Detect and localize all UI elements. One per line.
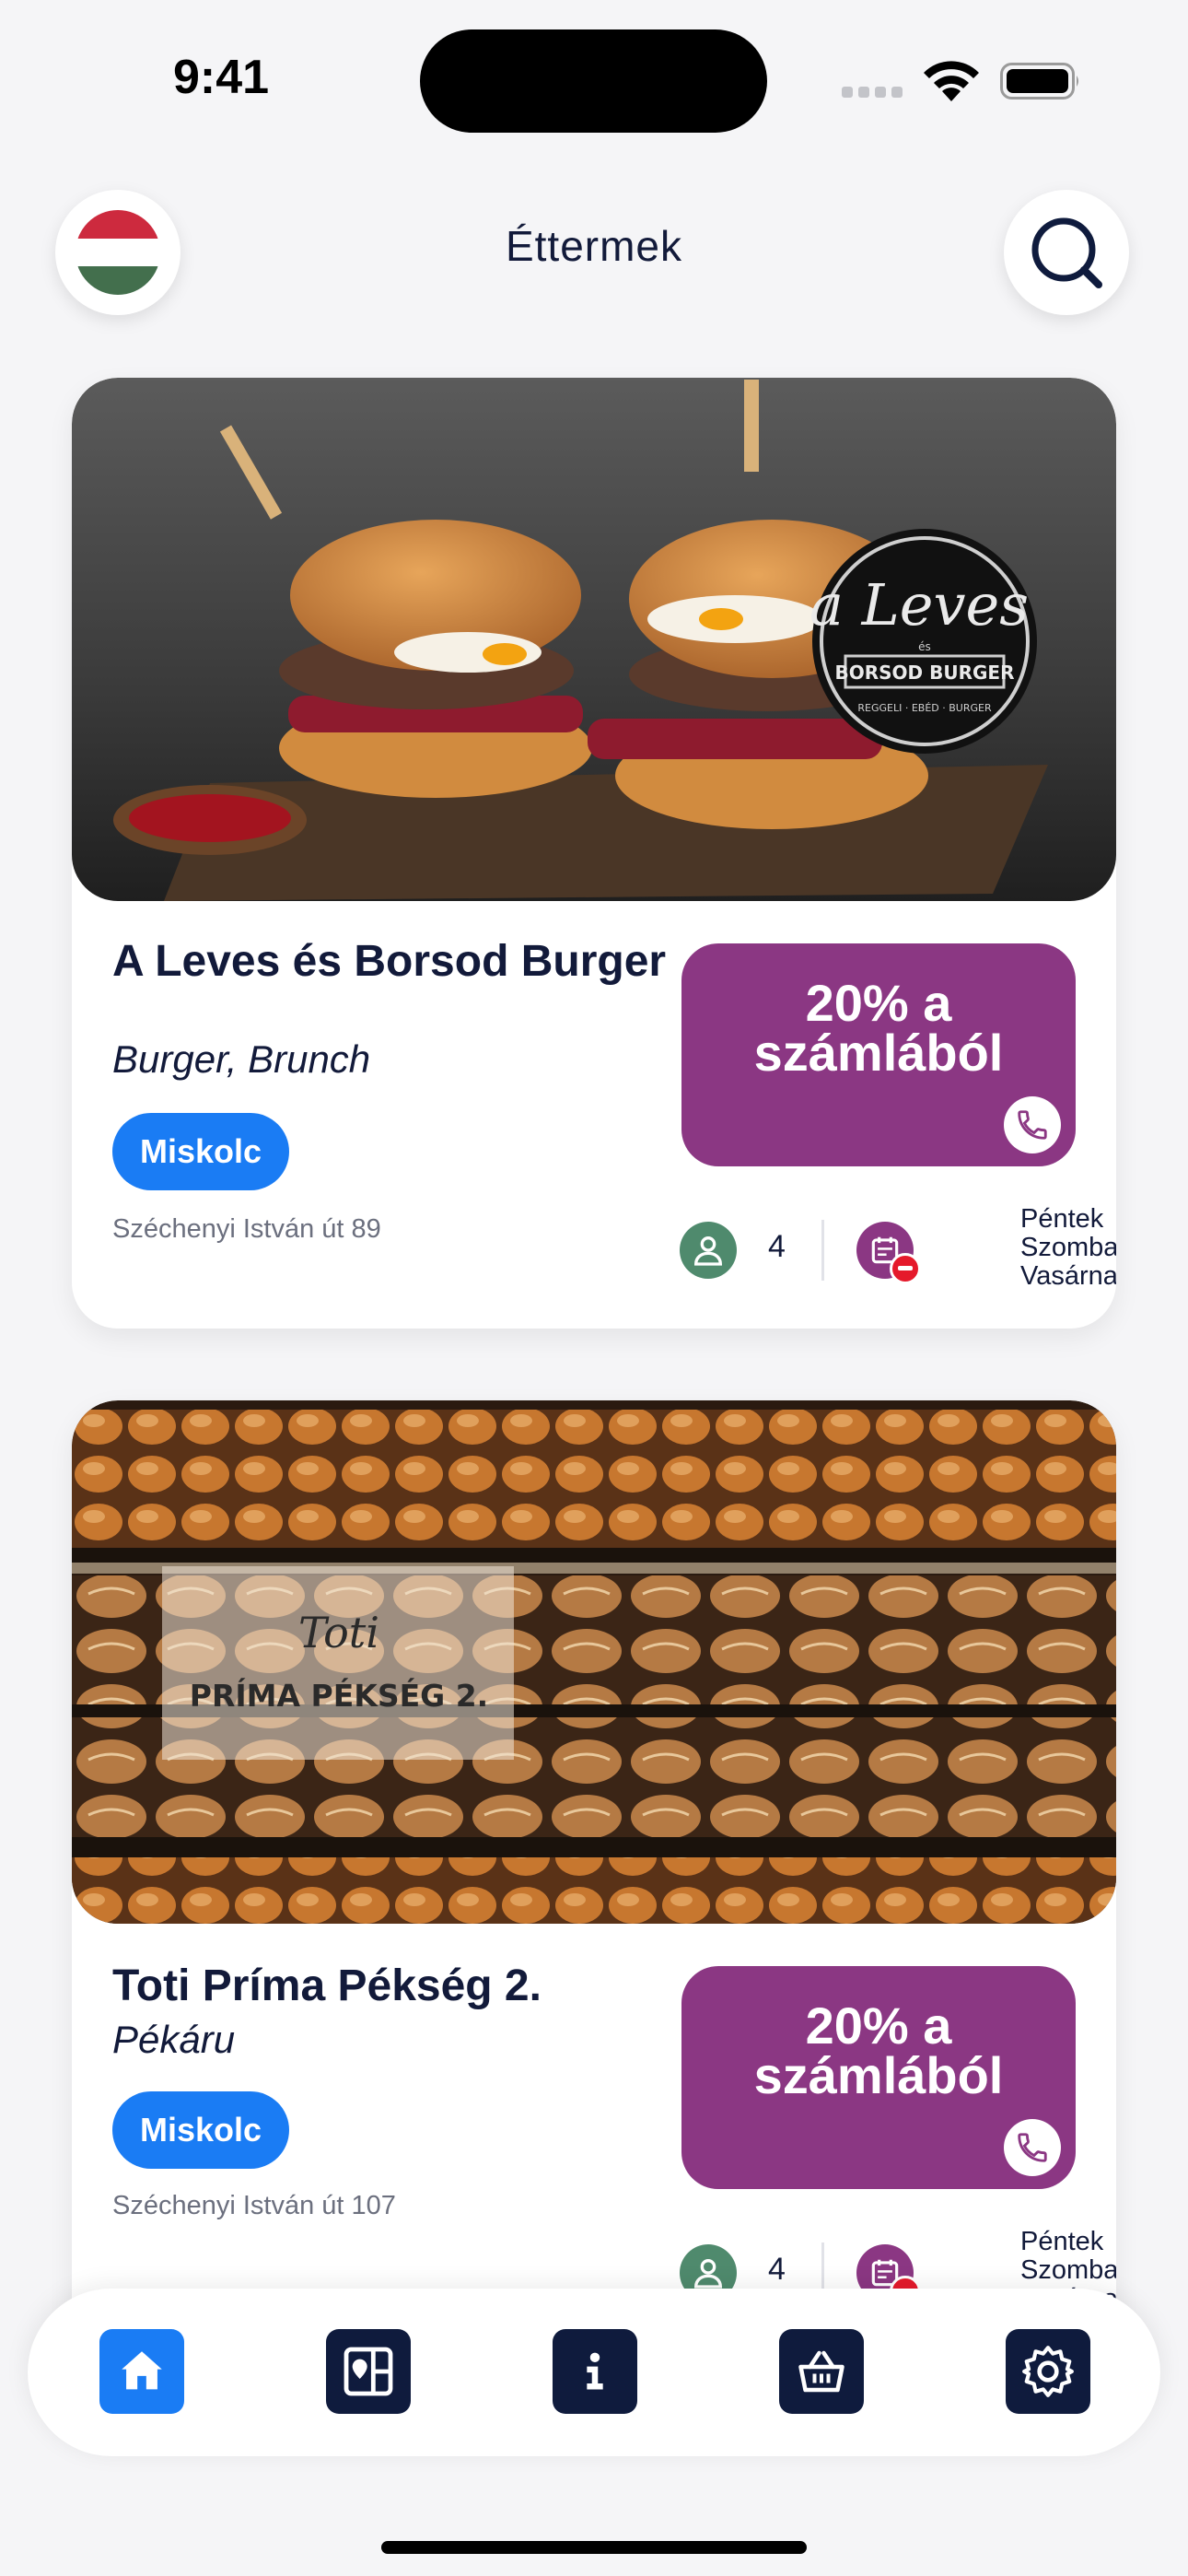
restaurant-category: Burger, Brunch <box>112 1037 371 1081</box>
basket-icon <box>798 2350 844 2393</box>
person-icon <box>680 1222 737 1279</box>
home-indicator <box>381 2541 807 2554</box>
nav-basket-button[interactable] <box>779 2329 864 2414</box>
bakery-logo: Toti PRÍMA PÉKSÉG 2. <box>162 1566 514 1760</box>
nav-info-button[interactable] <box>553 2329 637 2414</box>
restaurant-address: Széchenyi István út 107 <box>112 2191 396 2220</box>
gear-icon <box>1022 2346 1074 2397</box>
bottom-nav <box>28 2289 1160 2456</box>
call-button[interactable] <box>1004 1096 1061 1153</box>
city-badge[interactable]: Miskolc <box>112 1113 290 1190</box>
battery-icon <box>1000 63 1078 100</box>
search-button[interactable] <box>1004 190 1129 315</box>
svg-text:BORSOD BURGER: BORSOD BURGER <box>835 662 1015 684</box>
svg-text:a Leves: a Leves <box>809 571 1029 638</box>
nav-map-button[interactable] <box>326 2329 411 2414</box>
dynamic-island <box>420 29 767 133</box>
svg-text:Toti: Toti <box>298 1608 379 1657</box>
discount-label: 20% a számlából <box>753 974 1004 1082</box>
svg-text:és: és <box>918 640 931 653</box>
restaurant-image: a Leves és BORSOD BURGER REGGELI · EBÉD … <box>72 378 1116 901</box>
phone-icon <box>1018 2133 1047 2162</box>
phone-icon <box>1018 1110 1047 1140</box>
restaurant-card[interactable]: a Leves és BORSOD BURGER REGGELI · EBÉD … <box>72 378 1116 1329</box>
svg-text:PRÍMA PÉKSÉG 2.: PRÍMA PÉKSÉG 2. <box>190 1677 488 1714</box>
discount-label: 20% a számlából <box>753 1996 1004 2104</box>
restaurant-card[interactable]: Toti PRÍMA PÉKSÉG 2. Toti Príma Pékség 2… <box>72 1400 1116 2414</box>
cellular-signal-icon <box>842 79 904 98</box>
discount-button[interactable]: 20% a számlából <box>681 943 1076 1166</box>
call-button[interactable] <box>1004 2119 1061 2176</box>
status-time: 9:41 <box>173 51 270 104</box>
restaurant-name: A Leves és Borsod Burger <box>112 937 667 986</box>
restaurant-image: Toti PRÍMA PÉKSÉG 2. <box>72 1400 1116 1924</box>
map-icon <box>344 2347 393 2396</box>
svg-text:REGGELI · EBÉD · BURGER: REGGELI · EBÉD · BURGER <box>857 702 992 714</box>
wifi-icon <box>924 61 979 101</box>
nav-settings-button[interactable] <box>1006 2329 1090 2414</box>
closed-badge-icon <box>890 1253 921 1284</box>
nav-home-button[interactable] <box>99 2329 184 2414</box>
status-bar: 9:41 <box>0 0 1188 157</box>
restaurant-address: Széchenyi István út 89 <box>112 1214 381 1244</box>
search-icon <box>1031 217 1102 288</box>
restaurant-name: Toti Príma Pékség 2. <box>112 1961 542 2010</box>
divider <box>821 1220 824 1281</box>
closed-days: Péntek Szombat Vasárnap <box>1020 1204 1116 1291</box>
person-count: 4 <box>768 2252 786 2287</box>
home-icon <box>122 2351 162 2390</box>
availability-row: 4 Péntek Szombat Vasárnap <box>680 1205 1116 1292</box>
restaurant-category: Pékáru <box>112 2018 236 2061</box>
person-count: 4 <box>768 1229 786 1264</box>
city-badge[interactable]: Miskolc <box>112 2091 290 2169</box>
discount-button[interactable]: 20% a számlából <box>681 1966 1076 2189</box>
info-icon <box>587 2352 603 2390</box>
